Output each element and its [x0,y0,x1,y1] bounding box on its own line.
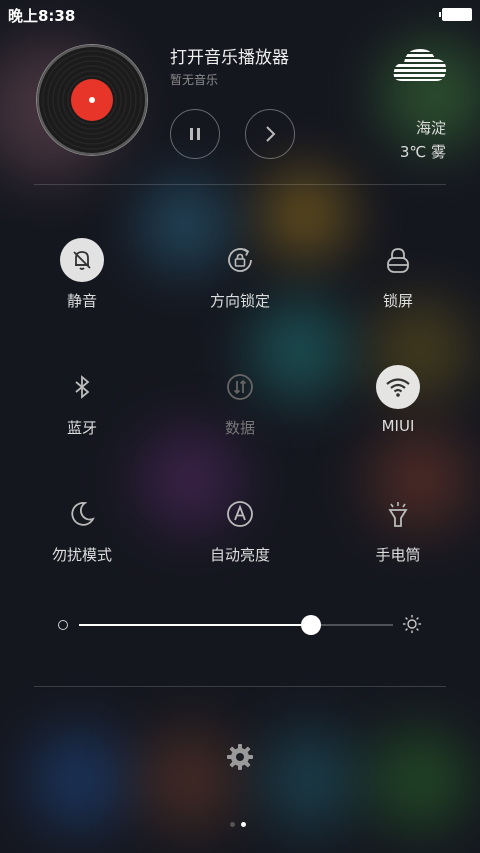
toggle-wifi[interactable]: MIUI [338,365,458,435]
toggle-auto-brightness[interactable]: 自动亮度 [180,492,300,565]
brightness-fill [79,624,312,626]
page-dot [230,822,235,827]
bell-off-icon [60,238,104,282]
music-subtitle: 暂无音乐 [170,73,219,87]
pause-button[interactable] [170,109,220,159]
vinyl-record-icon[interactable] [37,45,147,155]
flashlight-icon [376,492,420,536]
toggle-flashlight[interactable]: 手电筒 [338,492,458,565]
toggle-mobile-data[interactable]: 数据 [180,365,300,438]
pause-icon [190,128,200,140]
brightness-track[interactable] [79,615,393,635]
moon-icon [60,492,104,536]
data-icon [218,365,262,409]
toggle-rotation-lock[interactable]: 方向锁定 [180,238,300,311]
toggle-do-not-disturb[interactable]: 勿扰模式 [22,492,142,565]
toggle-lock-screen[interactable]: 锁屏 [338,238,458,311]
divider [34,184,446,185]
toggle-label: MIUI [381,417,415,435]
chevron-right-icon [266,126,276,142]
music-widget: 打开音乐播放器 暂无音乐 海淀 3℃ 雾 [0,35,480,185]
brightness-slider[interactable] [56,610,426,640]
divider [34,686,446,687]
next-track-button[interactable] [245,109,295,159]
bluetooth-icon [60,365,104,409]
toggle-label: 自动亮度 [209,546,270,564]
toggle-label: 蓝牙 [66,419,97,437]
fog-cloud-icon [393,49,447,81]
weather-city: 海淀 [415,119,446,137]
toggle-label: 静音 [66,292,97,310]
toggle-mute[interactable]: 静音 [22,238,142,311]
toggle-label: 方向锁定 [209,292,270,310]
brightness-low-icon [58,620,68,630]
brightness-thumb[interactable] [301,615,322,635]
record-hole [89,97,95,103]
lock-icon [376,238,420,282]
toggle-label: 数据 [224,419,255,437]
wifi-icon [376,365,420,409]
toggle-label: 手电筒 [375,546,421,564]
music-title[interactable]: 打开音乐播放器 [170,43,289,68]
status-time: 晚上8:38 [8,7,76,25]
gear-icon[interactable] [225,742,255,772]
auto-brightness-icon [218,492,262,536]
toggle-bluetooth[interactable]: 蓝牙 [22,365,142,438]
rotation-lock-icon [218,238,262,282]
status-bar: 晚上8:38 [0,0,480,28]
brightness-high-icon [403,615,421,633]
toggle-label: 勿扰模式 [51,546,112,564]
weather-temperature: 3℃ 雾 [399,143,446,161]
page-indicator [230,812,252,831]
battery-icon [439,8,472,21]
page-dot-active [241,822,246,827]
toggle-label: 锁屏 [382,292,413,310]
